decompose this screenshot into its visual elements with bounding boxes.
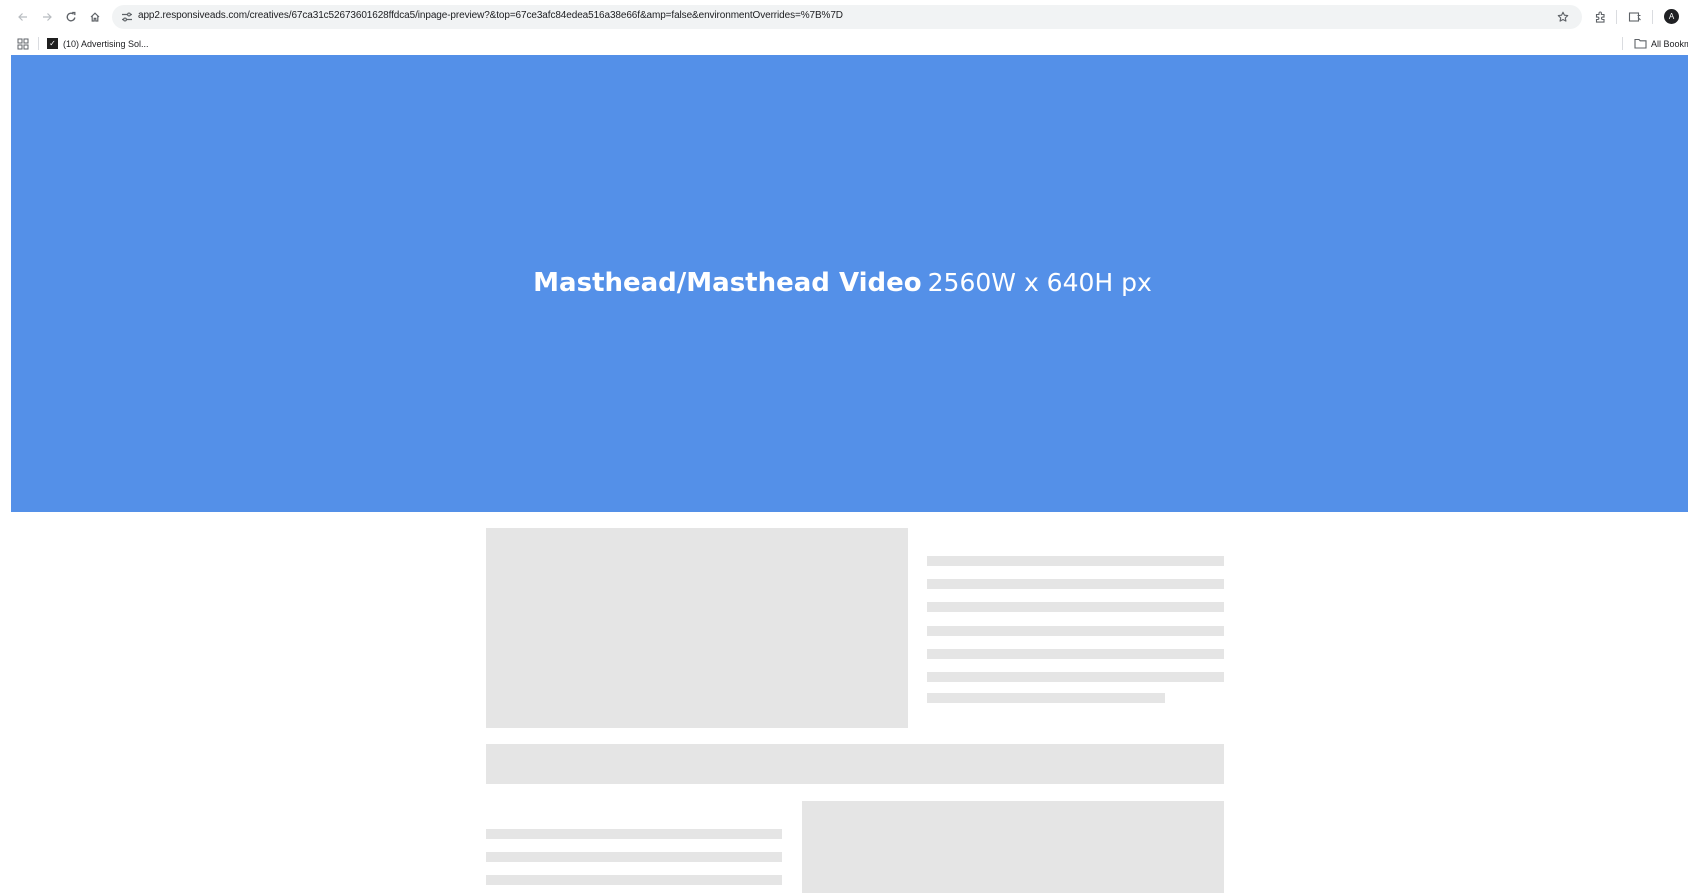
masthead-caption: Masthead/Masthead Video 2560W x 640H px <box>533 268 1152 298</box>
text-line-placeholder <box>927 626 1224 636</box>
browser-toolbar: app2.responsiveads.com/creatives/67ca31c… <box>0 0 1688 33</box>
bookmark-label: (10) Advertising Sol... <box>63 38 149 49</box>
text-line-placeholder <box>927 556 1224 566</box>
toolbar-divider <box>1652 10 1653 24</box>
text-line-placeholder <box>927 649 1224 659</box>
masthead-ad[interactable]: Masthead/Masthead Video 2560W x 640H px <box>11 55 1688 512</box>
all-bookmarks-label: All Bookmarks <box>1651 38 1688 49</box>
bookmark-star-button[interactable] <box>1554 8 1572 26</box>
forward-button[interactable] <box>37 7 57 27</box>
home-button[interactable] <box>85 7 105 27</box>
bookmarks-divider <box>38 37 39 50</box>
address-bar[interactable]: app2.responsiveads.com/creatives/67ca31c… <box>112 5 1582 29</box>
masthead-dimensions: 2560W x 640H px <box>927 267 1152 297</box>
extensions-icon <box>1595 11 1605 23</box>
text-line-placeholder <box>927 579 1224 589</box>
site-info-icon[interactable] <box>120 10 134 24</box>
text-line-placeholder <box>927 602 1224 612</box>
image-placeholder <box>802 801 1224 893</box>
text-line-placeholder <box>486 829 782 839</box>
text-line-placeholder <box>927 693 1165 703</box>
extensions-button[interactable] <box>1590 7 1610 27</box>
back-button[interactable] <box>13 7 33 27</box>
bookmark-item-advertising[interactable]: ✓ (10) Advertising Sol... <box>47 35 149 52</box>
reload-icon <box>66 11 76 22</box>
text-line-placeholder <box>486 852 782 862</box>
reload-button[interactable] <box>61 7 81 27</box>
forward-icon <box>43 13 52 21</box>
bookmarks-bar: ✓ (10) Advertising Sol... All Bookmarks <box>0 33 1688 54</box>
banner-placeholder <box>486 744 1224 784</box>
profile-avatar[interactable]: A <box>1664 9 1679 24</box>
text-line-placeholder <box>927 672 1224 682</box>
text-line-placeholder <box>486 875 782 885</box>
all-bookmarks-button[interactable]: All Bookmarks <box>1634 35 1688 52</box>
apps-grid-icon[interactable] <box>17 37 29 50</box>
masthead-title: Masthead/Masthead Video <box>533 267 922 298</box>
image-placeholder <box>486 528 908 728</box>
reading-mode-icon <box>1628 12 1641 22</box>
bookmark-favicon-icon: ✓ <box>47 38 58 49</box>
folder-icon <box>1634 38 1647 49</box>
home-icon <box>90 12 100 22</box>
bookmarks-divider <box>1622 37 1623 50</box>
star-icon <box>1557 11 1569 22</box>
reading-mode-button[interactable] <box>1625 7 1645 27</box>
url-text: app2.responsiveads.com/creatives/67ca31c… <box>138 10 843 21</box>
toolbar-divider <box>1616 10 1617 24</box>
back-icon <box>18 13 27 21</box>
